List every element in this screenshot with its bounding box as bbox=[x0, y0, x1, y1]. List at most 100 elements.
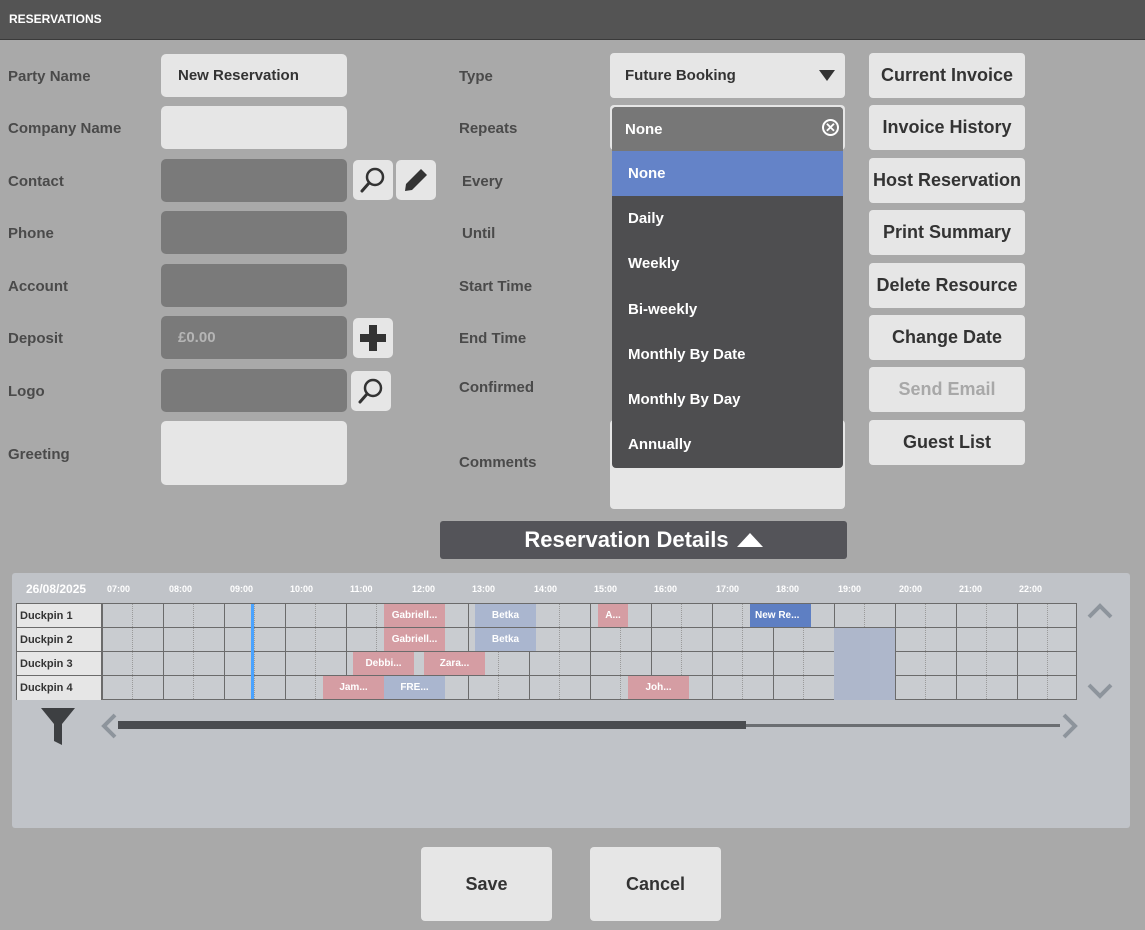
booking-block[interactable]: Jam... bbox=[323, 676, 384, 699]
chevron-left-icon[interactable] bbox=[100, 713, 118, 739]
host-reservation-button[interactable]: Host Reservation bbox=[869, 158, 1025, 203]
half-hour-gridline bbox=[559, 604, 560, 699]
type-select-value: Future Booking bbox=[625, 67, 736, 84]
save-button[interactable]: Save bbox=[421, 847, 552, 921]
plus-icon bbox=[360, 325, 386, 351]
company-name-input[interactable] bbox=[161, 106, 347, 149]
hour-gridline bbox=[590, 604, 591, 699]
timeline-scrollbar[interactable] bbox=[118, 721, 1060, 729]
cancel-button[interactable]: Cancel bbox=[590, 847, 721, 921]
pencil-icon bbox=[405, 169, 427, 191]
contact-search-button[interactable] bbox=[353, 160, 393, 200]
type-select[interactable]: Future Booking bbox=[610, 53, 845, 98]
current-time-indicator bbox=[251, 604, 254, 699]
booking-block[interactable]: Zara... bbox=[424, 652, 485, 675]
booking-block[interactable]: Betka bbox=[475, 628, 536, 651]
print-summary-button[interactable]: Print Summary bbox=[869, 210, 1025, 255]
timeline-scrollbar-thumb[interactable] bbox=[118, 721, 746, 729]
lane-label: Duckpin 1 bbox=[17, 604, 102, 628]
repeats-option-bi-weekly[interactable]: Bi-weekly bbox=[612, 287, 843, 332]
booking-block[interactable]: Gabriell... bbox=[384, 604, 445, 627]
repeats-dropdown-header[interactable]: None ✕ bbox=[612, 107, 843, 151]
party-name-input[interactable]: New Reservation bbox=[161, 54, 347, 97]
account-label: Account bbox=[8, 278, 68, 295]
lane-divider bbox=[102, 675, 1076, 676]
half-hour-gridline bbox=[1047, 604, 1048, 699]
guest-list-button[interactable]: Guest List bbox=[869, 420, 1025, 465]
repeats-option-monthly-by-date[interactable]: Monthly By Date bbox=[612, 332, 843, 377]
timeline-grid: Duckpin 1 Duckpin 2 Duckpin 3 Duckpin 4 … bbox=[16, 603, 1077, 700]
hour-label: 07:00 bbox=[107, 584, 131, 594]
repeats-selected-value: None bbox=[625, 120, 663, 138]
hour-label: 13:00 bbox=[472, 584, 496, 594]
repeats-dropdown: None ✕ None Daily Weekly Bi-weekly Month… bbox=[612, 107, 843, 468]
deposit-field: £0.00 bbox=[161, 316, 347, 359]
booking-block[interactable]: Debbi... bbox=[353, 652, 414, 675]
hour-label: 12:00 bbox=[412, 584, 436, 594]
repeats-option-monthly-by-day[interactable]: Monthly By Day bbox=[612, 377, 843, 422]
hour-gridline bbox=[956, 604, 957, 699]
half-hour-gridline bbox=[742, 604, 743, 699]
account-field bbox=[161, 264, 347, 307]
half-hour-gridline bbox=[315, 604, 316, 699]
half-hour-gridline bbox=[925, 604, 926, 699]
filter-icon[interactable] bbox=[40, 707, 76, 747]
hour-gridline bbox=[102, 604, 103, 699]
phone-field bbox=[161, 211, 347, 254]
current-invoice-button[interactable]: Current Invoice bbox=[869, 53, 1025, 98]
send-email-button: Send Email bbox=[869, 367, 1025, 412]
lane-divider bbox=[102, 651, 1076, 652]
new-reservation-block[interactable]: New Re... bbox=[750, 604, 811, 627]
hour-gridline bbox=[163, 604, 164, 699]
chevron-right-icon[interactable] bbox=[1061, 713, 1079, 739]
hour-gridline bbox=[1017, 604, 1018, 699]
booking-block[interactable]: A... bbox=[598, 604, 628, 627]
repeats-label: Repeats bbox=[459, 120, 518, 137]
reservation-details-label: Reservation Details bbox=[524, 527, 729, 552]
booking-block[interactable]: Betka bbox=[475, 604, 536, 627]
until-label: Until bbox=[462, 225, 496, 242]
logo-search-button[interactable] bbox=[351, 371, 391, 411]
delete-resource-button[interactable]: Delete Resource bbox=[869, 263, 1025, 308]
caret-up-icon bbox=[736, 533, 763, 547]
contact-edit-button[interactable] bbox=[396, 160, 436, 200]
type-label: Type bbox=[459, 68, 493, 85]
booking-block[interactable]: Gabriell... bbox=[384, 628, 445, 651]
half-hour-gridline bbox=[254, 604, 255, 699]
hour-gridline bbox=[285, 604, 286, 699]
repeats-option-daily[interactable]: Daily bbox=[612, 196, 843, 241]
resource-timeline: 26/08/2025 07:00 08:00 09:00 10:00 11:00 12:0… bbox=[12, 573, 1130, 828]
half-hour-gridline bbox=[986, 604, 987, 699]
deposit-label: Deposit bbox=[8, 330, 64, 347]
hour-gridline bbox=[224, 604, 225, 699]
hour-label: 19:00 bbox=[838, 584, 862, 594]
window-title: RESERVATIONS bbox=[9, 12, 102, 26]
lane-label: Duckpin 3 bbox=[17, 652, 102, 676]
repeats-option-weekly[interactable]: Weekly bbox=[612, 241, 843, 286]
confirmed-label: Confirmed bbox=[459, 379, 534, 396]
add-deposit-button[interactable] bbox=[353, 318, 393, 358]
phone-label: Phone bbox=[8, 225, 54, 242]
greeting-label: Greeting bbox=[8, 446, 70, 463]
timeline-date: 26/08/2025 bbox=[26, 582, 87, 596]
hour-label: 10:00 bbox=[290, 584, 314, 594]
hour-label: 14:00 bbox=[534, 584, 558, 594]
lane-label: Duckpin 4 bbox=[17, 676, 102, 700]
half-hour-gridline bbox=[193, 604, 194, 699]
chevron-up-icon[interactable] bbox=[1086, 601, 1114, 621]
repeats-option-annually[interactable]: Annually bbox=[612, 422, 843, 467]
clear-icon[interactable]: ✕ bbox=[822, 119, 839, 136]
contact-label: Contact bbox=[8, 173, 64, 190]
greeting-input[interactable] bbox=[161, 421, 347, 485]
hour-label: 11:00 bbox=[350, 584, 373, 594]
invoice-history-button[interactable]: Invoice History bbox=[869, 105, 1025, 150]
booking-block[interactable]: Joh... bbox=[628, 676, 689, 699]
change-date-button[interactable]: Change Date bbox=[869, 315, 1025, 360]
reservation-details-toggle[interactable]: Reservation Details bbox=[440, 521, 847, 559]
repeats-option-none[interactable]: None bbox=[612, 151, 843, 197]
caret-down-icon bbox=[819, 70, 835, 81]
booking-block[interactable]: FRE... bbox=[384, 676, 445, 699]
new-reservation-slot bbox=[834, 628, 895, 700]
chevron-down-icon[interactable] bbox=[1086, 681, 1114, 701]
every-label: Every bbox=[462, 173, 503, 190]
